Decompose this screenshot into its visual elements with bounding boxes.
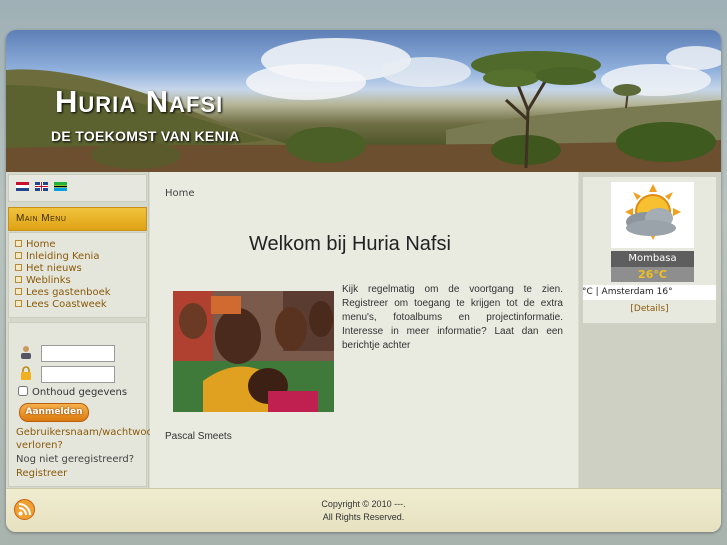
weather-details-link[interactable]: [Details] bbox=[583, 304, 716, 314]
footer: Copyright © 2010 ---. All Rights Reserve… bbox=[6, 488, 721, 532]
login-button[interactable]: Aanmelden bbox=[19, 403, 89, 422]
page-title: Welkom bij Huria Nafsi bbox=[249, 233, 451, 255]
main-menu: Home Inleiding Kenia Het nieuws Weblinks… bbox=[8, 232, 147, 318]
menu-item-label[interactable]: Lees gastenboek bbox=[26, 287, 111, 298]
breadcrumb[interactable]: Home bbox=[165, 188, 195, 199]
copyright-line: Copyright © 2010 ---. bbox=[321, 499, 406, 509]
user-icon bbox=[21, 346, 31, 359]
bullet-icon bbox=[15, 276, 22, 283]
username-input[interactable] bbox=[41, 345, 115, 362]
bullet-icon bbox=[15, 288, 22, 295]
page: Huria Nafsi DE TOEKOMST VAN KENIA Main M… bbox=[6, 30, 721, 532]
nl-flag-icon[interactable] bbox=[16, 182, 29, 191]
intro-paragraph: Kijk regelmatig om de voortgang te zien.… bbox=[342, 284, 563, 351]
menu-item-lees-coastweek[interactable]: Lees Coastweek bbox=[15, 299, 146, 311]
weather-ticker-text: °C | Amsterdam 16° bbox=[583, 287, 673, 297]
menu-item-weblinks[interactable]: Weblinks bbox=[15, 275, 146, 287]
remember-checkbox[interactable] bbox=[18, 386, 28, 396]
menu-item-het-nieuws[interactable]: Het nieuws bbox=[15, 263, 146, 275]
site-title: Huria Nafsi bbox=[55, 84, 224, 119]
weather-temperature: 26°C bbox=[611, 267, 694, 282]
right-sidebar: Mombasa 26°C °C | Amsterdam 16° [Details… bbox=[579, 172, 721, 488]
bullet-icon bbox=[15, 252, 22, 259]
bullet-icon bbox=[15, 264, 22, 271]
weather-ticker: °C | Amsterdam 16° bbox=[583, 285, 716, 300]
rights-line: All Rights Reserved. bbox=[322, 512, 405, 522]
not-registered-text: Nog niet geregistreerd? bbox=[16, 454, 135, 465]
weather-widget: Mombasa 26°C °C | Amsterdam 16° [Details… bbox=[582, 176, 717, 324]
menu-item-label[interactable]: Home bbox=[26, 239, 56, 250]
gb-flag-icon[interactable] bbox=[35, 182, 49, 191]
bullet-icon bbox=[15, 300, 22, 307]
remember-label: Onthoud gegevens bbox=[32, 387, 128, 398]
left-sidebar: Main Menu Home Inleiding Kenia Het nieuw… bbox=[6, 172, 163, 488]
menu-item-label[interactable]: Het nieuws bbox=[26, 263, 82, 274]
remember-me[interactable]: Onthoud gegevens bbox=[18, 386, 127, 398]
partly-cloudy-sun-icon bbox=[611, 182, 694, 248]
main-menu-title: Main Menu bbox=[8, 207, 147, 231]
menu-item-lees-gastenboek[interactable]: Lees gastenboek bbox=[15, 287, 146, 299]
main-content: Home Welkom bij Huria Nafsi Kijk regelma… bbox=[150, 172, 578, 488]
menu-item-label[interactable]: Inleiding Kenia bbox=[26, 251, 99, 262]
bullet-icon bbox=[15, 240, 22, 247]
menu-item-label[interactable]: Lees Coastweek bbox=[26, 299, 107, 310]
author-name: Pascal Smeets bbox=[165, 431, 232, 442]
site-subtitle: DE TOEKOMST VAN KENIA bbox=[51, 128, 240, 144]
language-selector bbox=[8, 174, 147, 202]
sw-flag-icon[interactable] bbox=[54, 182, 68, 191]
menu-item-label[interactable]: Weblinks bbox=[26, 275, 71, 286]
mothers-with-children-photo bbox=[173, 291, 334, 412]
login-form: Onthoud gegevens Aanmelden Gebruikersnaa… bbox=[8, 322, 163, 487]
lock-icon bbox=[21, 366, 31, 380]
register-link[interactable]: Registreer bbox=[16, 467, 67, 480]
menu-item-inleiding-kenia[interactable]: Inleiding Kenia bbox=[15, 251, 146, 263]
copyright-text: Copyright © 2010 ---. All Rights Reserve… bbox=[6, 498, 721, 524]
forgot-password-link[interactable]: Gebruikersnaam/wachtwoord verloren? bbox=[16, 426, 163, 452]
password-input[interactable] bbox=[41, 366, 115, 383]
header-banner: Huria Nafsi DE TOEKOMST VAN KENIA bbox=[6, 30, 721, 172]
menu-item-home[interactable]: Home bbox=[15, 239, 146, 251]
weather-city: Mombasa bbox=[611, 251, 694, 267]
